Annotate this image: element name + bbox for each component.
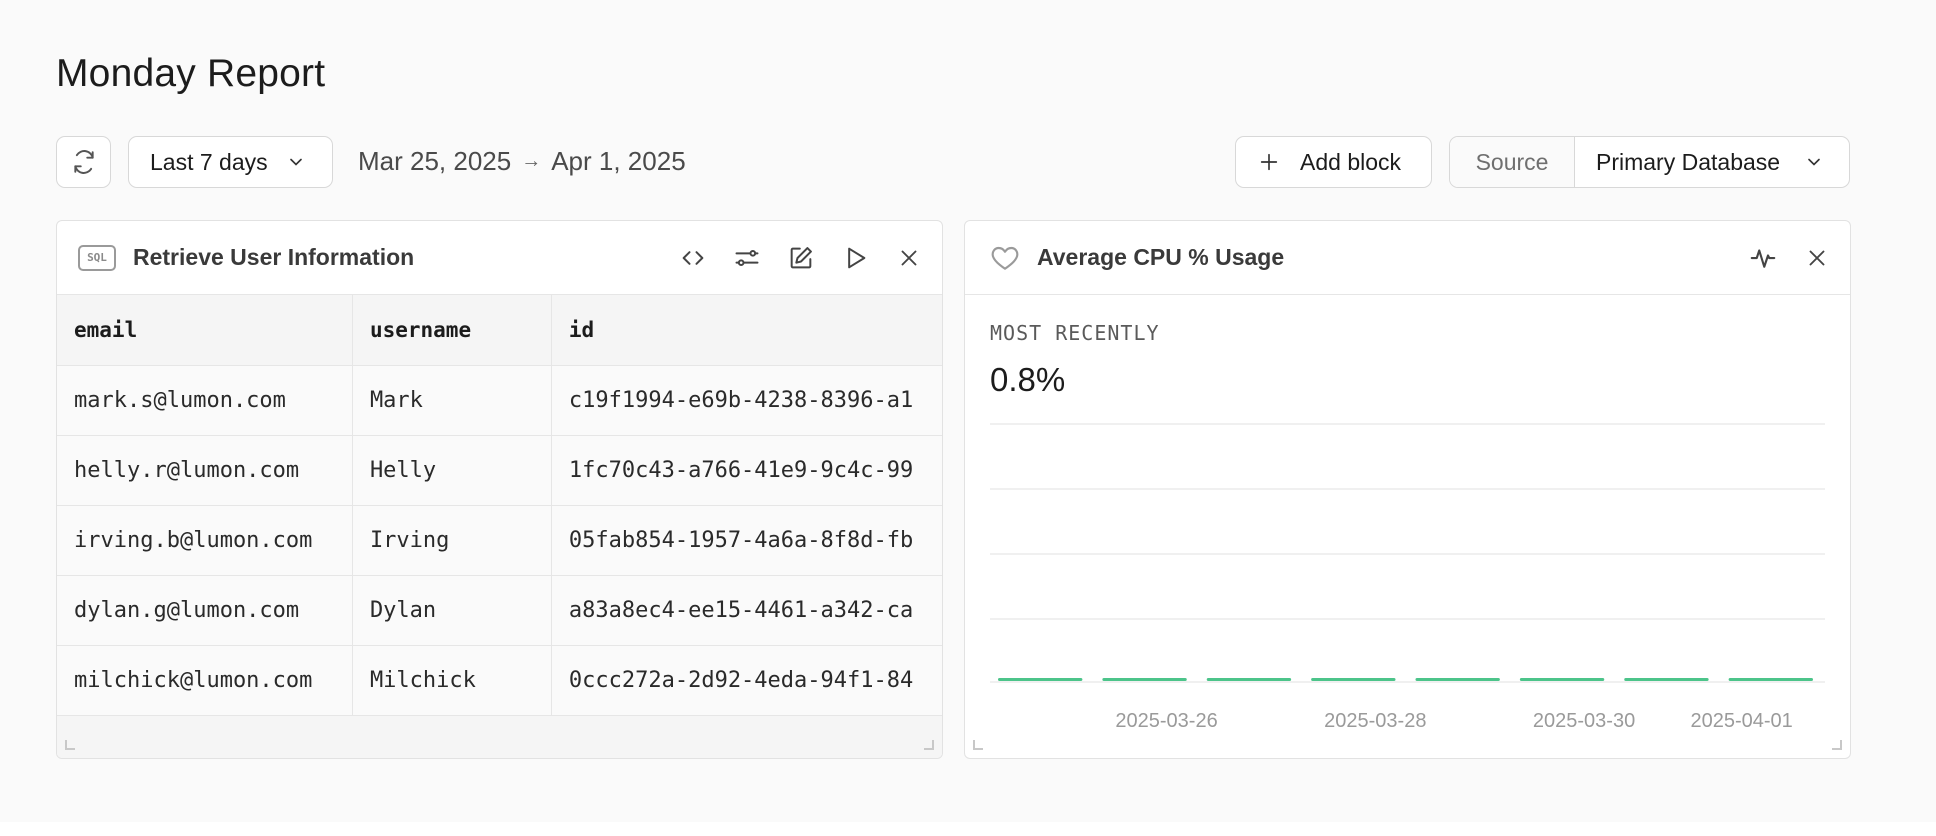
table-cell: 0ccc272a-2d92-4eda-94f1-84 — [551, 645, 942, 716]
table-cell: mark.s@lumon.com — [57, 365, 353, 436]
table-cell: 05fab854-1957-4a6a-8f8d-fb — [551, 505, 942, 576]
sliders-icon — [735, 250, 759, 266]
settings-button[interactable] — [728, 239, 766, 277]
add-block-label: Add block — [1300, 148, 1402, 175]
arrow-right-icon: → — [521, 150, 542, 172]
source-selector[interactable]: Source Primary Database — [1449, 136, 1850, 188]
chart-bar — [1415, 678, 1500, 681]
x-tick-label: 2025-03-26 — [1115, 710, 1217, 732]
resize-handle-right[interactable] — [1832, 740, 1842, 750]
table-cell: c19f1994-e69b-4238-8396-a1 — [551, 365, 942, 436]
table-cell: dylan.g@lumon.com — [57, 575, 353, 646]
report-canvas: Monday Report Last 7 days Mar 25, 2025 →… — [0, 0, 1936, 822]
date-start: Mar 25, 2025 — [358, 146, 512, 176]
code-button[interactable] — [674, 239, 712, 277]
chart-bar — [1102, 678, 1187, 681]
cpu-usage-chart: 2025-03-26 2025-03-28 2025-03-30 2025-04-01 — [990, 423, 1825, 732]
chart-bar — [1206, 678, 1292, 681]
add-block-button[interactable]: Add block — [1235, 136, 1432, 188]
table-cell: 1fc70c43-a766-41e9-9c4c-99 — [551, 435, 942, 506]
x-tick-label: 2025-03-28 — [1324, 710, 1426, 732]
query-block-header: SQL Retrieve User Information — [57, 221, 942, 295]
table-cell: helly.r@lumon.com — [57, 435, 353, 506]
resize-handle-right[interactable] — [924, 740, 934, 750]
column-header-email[interactable]: email — [57, 295, 353, 366]
x-tick-label: 2025-03-30 — [1533, 710, 1635, 732]
results-table: email username id mark.s@lumon.com Mark … — [57, 295, 942, 716]
table-cell: a83a8ec4-ee15-4461-a342-ca — [551, 575, 942, 646]
play-icon — [848, 247, 866, 269]
resize-handle-left[interactable] — [65, 740, 75, 750]
chart-bar — [998, 678, 1083, 681]
source-value: Primary Database — [1596, 148, 1781, 175]
column-header-id[interactable]: id — [551, 295, 942, 366]
table-row: milchick@lumon.com Milchick 0ccc272a-2d9… — [57, 645, 942, 716]
edit-icon — [790, 247, 812, 269]
close-icon — [901, 250, 917, 266]
table-cell: Helly — [352, 435, 552, 506]
table-footer — [57, 715, 942, 758]
date-end: Apr 1, 2025 — [551, 146, 686, 176]
edit-button[interactable] — [782, 239, 820, 277]
date-range-dropdown[interactable]: Last 7 days — [128, 136, 333, 188]
chevron-down-icon — [289, 158, 302, 166]
source-dropdown[interactable]: Primary Database — [1575, 137, 1849, 187]
source-label: Source — [1450, 137, 1575, 187]
refresh-icon — [73, 150, 94, 174]
metric-block: Average CPU % Usage MOST RECENTLY 0.8% 2… — [964, 220, 1851, 759]
table-cell: Mark — [352, 365, 552, 436]
chart-bar — [1624, 678, 1709, 681]
date-range-dropdown-label: Last 7 days — [150, 148, 268, 175]
close-block-button[interactable] — [890, 239, 928, 277]
x-tick-label: 2025-04-01 — [1691, 710, 1793, 732]
plus-icon — [1260, 153, 1278, 171]
chart-bar — [1519, 678, 1605, 681]
column-header-username[interactable]: username — [352, 295, 552, 366]
table-cell: milchick@lumon.com — [57, 645, 353, 716]
table-cell: irving.b@lumon.com — [57, 505, 353, 576]
table-cell: Irving — [352, 505, 552, 576]
date-range-text: Mar 25, 2025 → Apr 1, 2025 — [358, 146, 686, 177]
table-row: irving.b@lumon.com Irving 05fab854-1957-… — [57, 505, 942, 576]
code-icon — [682, 251, 704, 265]
table-cell: Dylan — [352, 575, 552, 646]
page-title: Monday Report — [56, 52, 326, 95]
resize-handle-left[interactable] — [973, 740, 983, 750]
sql-icon: SQL — [78, 244, 116, 271]
query-block: SQL Retrieve User Information email user… — [56, 220, 943, 759]
table-cell: Milchick — [352, 645, 552, 716]
refresh-button[interactable] — [56, 136, 111, 188]
query-block-actions — [674, 221, 928, 295]
table-row: dylan.g@lumon.com Dylan a83a8ec4-ee15-44… — [57, 575, 942, 646]
table-row: mark.s@lumon.com Mark c19f1994-e69b-4238… — [57, 365, 942, 436]
run-button[interactable] — [836, 239, 874, 277]
chart-bar — [1311, 678, 1396, 681]
table-header-row: email username id — [57, 295, 942, 366]
chart-bar — [1728, 678, 1813, 681]
query-block-title: Retrieve User Information — [133, 244, 415, 270]
chevron-down-icon — [1808, 158, 1820, 166]
table-row: helly.r@lumon.com Helly 1fc70c43-a766-41… — [57, 435, 942, 506]
